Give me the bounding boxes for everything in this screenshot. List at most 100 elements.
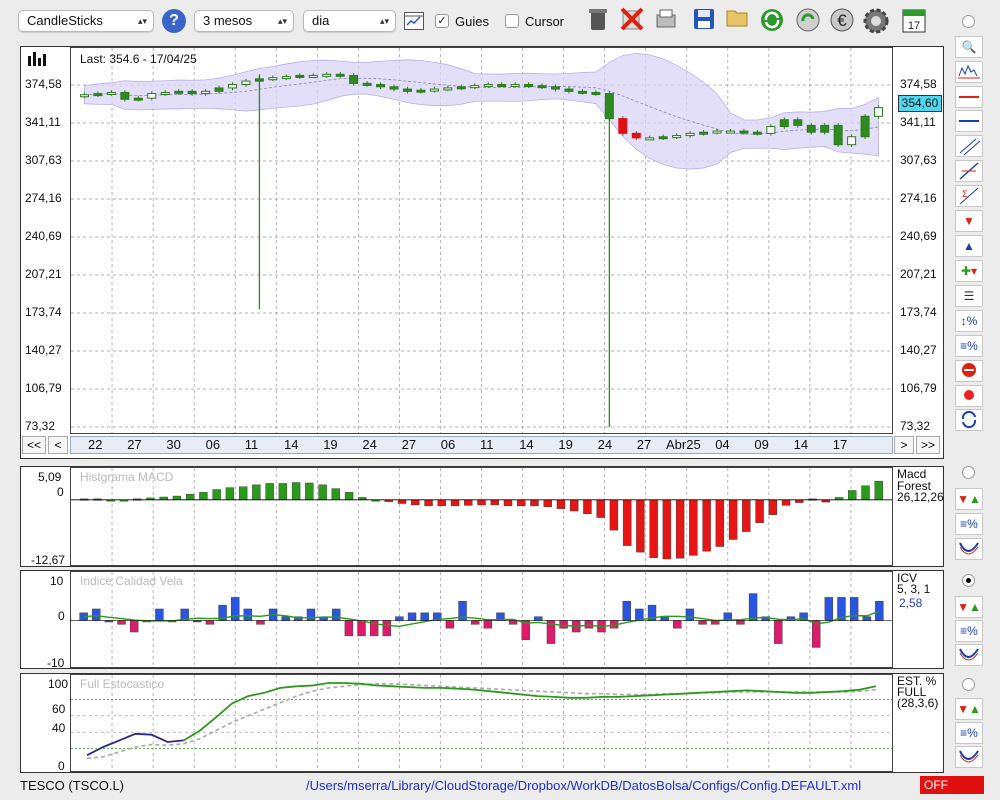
candle bbox=[483, 84, 493, 88]
euro-icon[interactable]: € bbox=[828, 7, 856, 35]
macd-bar bbox=[159, 496, 168, 500]
bars-indicator-icon[interactable] bbox=[955, 61, 983, 83]
date-tick: 24 bbox=[362, 437, 377, 452]
stochastic-chart bbox=[71, 675, 892, 771]
delete-icon[interactable] bbox=[618, 7, 646, 35]
candle bbox=[739, 130, 749, 134]
candle bbox=[281, 76, 291, 80]
interval-value: dia bbox=[312, 13, 330, 28]
icv-bar bbox=[332, 608, 341, 621]
icv-bar bbox=[685, 608, 695, 621]
period-select[interactable]: 3 mesos ▴▾ bbox=[194, 10, 294, 32]
trash-icon[interactable] bbox=[584, 7, 612, 35]
scale-percent-icon[interactable]: ↕% bbox=[955, 310, 983, 332]
folder-open-icon[interactable] bbox=[724, 7, 752, 35]
signal-arrows-icon[interactable]: ▼▲ bbox=[955, 488, 983, 510]
icv-bar bbox=[256, 620, 265, 625]
candle bbox=[214, 87, 224, 92]
nav-last-button[interactable]: >> bbox=[916, 436, 940, 454]
lines-percent-icon[interactable]: ≡% bbox=[955, 620, 983, 642]
macd-bar bbox=[212, 489, 221, 500]
bar-chart-icon bbox=[27, 50, 47, 69]
nav-next-button[interactable]: > bbox=[894, 436, 914, 454]
candle bbox=[847, 136, 857, 146]
stoch-panel-radio[interactable] bbox=[962, 678, 975, 691]
reload-icon[interactable] bbox=[955, 409, 983, 431]
arrow-down-red-icon[interactable]: ▼ bbox=[955, 210, 983, 232]
macd-bar bbox=[596, 499, 605, 518]
print-icon[interactable] bbox=[652, 7, 680, 35]
list-lines-icon[interactable]: ☰ bbox=[955, 285, 983, 307]
lines-percent-icon[interactable]: ≡% bbox=[955, 722, 983, 744]
main-panel-radio[interactable] bbox=[962, 15, 975, 28]
price-plot[interactable] bbox=[70, 47, 893, 434]
curve-tool-icon[interactable] bbox=[955, 746, 983, 768]
macd-title: Histgrama MACD bbox=[80, 470, 174, 484]
date-tick: 09 bbox=[754, 437, 769, 452]
calendar-icon[interactable]: 17 bbox=[900, 7, 928, 35]
icv-bar bbox=[862, 616, 871, 621]
signal-arrows-icon[interactable]: ▼▲ bbox=[955, 698, 983, 720]
candle bbox=[322, 73, 332, 77]
curve-tool-icon[interactable] bbox=[955, 644, 983, 666]
config-path-link[interactable]: /Users/mserra/Library/CloudStorage/Dropb… bbox=[306, 778, 861, 793]
guides-checkbox[interactable]: ✓ bbox=[435, 14, 449, 28]
candle bbox=[429, 88, 439, 92]
icv-panel-radio[interactable] bbox=[962, 574, 975, 587]
record-dot-icon[interactable] bbox=[955, 385, 983, 407]
save-icon[interactable] bbox=[690, 7, 718, 35]
arrow-up-blue-icon[interactable]: ▲ bbox=[955, 235, 983, 257]
channel-tool-icon[interactable] bbox=[955, 135, 983, 157]
horizontal-line-blue-icon[interactable] bbox=[955, 110, 983, 132]
icv-bar bbox=[281, 616, 290, 621]
cursor-checkbox[interactable] bbox=[505, 14, 519, 28]
date-tick: 11 bbox=[244, 437, 259, 452]
lines-percent-icon[interactable]: ≡% bbox=[955, 335, 983, 357]
date-tick: 04 bbox=[715, 437, 730, 452]
price-y-tick: 106,79 bbox=[25, 381, 62, 395]
icv-signal-line bbox=[83, 610, 880, 628]
macd-panel-radio[interactable] bbox=[962, 466, 975, 479]
sync-icon[interactable] bbox=[794, 7, 822, 35]
gear-icon[interactable] bbox=[862, 7, 890, 35]
icv-bar bbox=[736, 620, 745, 625]
horizontal-line-red-icon[interactable] bbox=[955, 86, 983, 108]
macd-histogram bbox=[71, 468, 892, 565]
interval-select[interactable]: dia ▴▾ bbox=[303, 10, 396, 32]
date-tick: 27 bbox=[401, 437, 417, 452]
icv-plot[interactable] bbox=[70, 571, 893, 668]
stoch-plot[interactable] bbox=[70, 674, 893, 772]
macd-bar bbox=[397, 499, 407, 504]
candle bbox=[564, 88, 574, 92]
chart-window-icon[interactable] bbox=[404, 12, 424, 30]
macd-bar bbox=[477, 499, 486, 506]
macd-bar bbox=[225, 487, 235, 500]
macd-bar bbox=[252, 484, 261, 500]
nav-prev-button[interactable]: < bbox=[48, 436, 68, 454]
chart-type-select[interactable]: CandleSticks ▴▾ bbox=[18, 10, 154, 32]
candle bbox=[174, 90, 184, 94]
candle bbox=[254, 78, 264, 82]
signal-arrows-icon[interactable]: ▼▲ bbox=[955, 596, 983, 618]
lines-percent-icon[interactable]: ≡% bbox=[955, 513, 983, 535]
macd-bar bbox=[649, 499, 658, 558]
macd-bar bbox=[185, 493, 195, 500]
zoom-icon[interactable]: 🔍 bbox=[955, 36, 983, 58]
trendline-tool-icon[interactable] bbox=[955, 160, 983, 182]
curve-tool-icon[interactable] bbox=[955, 538, 983, 560]
help-icon[interactable]: ? bbox=[162, 9, 186, 33]
macd-plot[interactable] bbox=[70, 467, 893, 566]
icv-bar bbox=[508, 620, 518, 625]
add-signal-icon[interactable]: ✚▾ bbox=[955, 260, 983, 282]
refresh-icon[interactable] bbox=[758, 7, 786, 35]
macd-bar bbox=[517, 499, 526, 507]
date-tick: 19 bbox=[323, 437, 338, 452]
candle bbox=[389, 86, 399, 90]
status-off-badge[interactable]: OFF bbox=[920, 776, 984, 794]
fibonacci-tool-icon[interactable]: Σ bbox=[955, 185, 983, 207]
macd-bar bbox=[569, 499, 579, 512]
no-entry-icon[interactable] bbox=[955, 360, 983, 382]
icv-bar bbox=[774, 620, 783, 644]
price-y-tick: 73,32 bbox=[900, 419, 931, 433]
nav-first-button[interactable]: << bbox=[22, 436, 46, 454]
